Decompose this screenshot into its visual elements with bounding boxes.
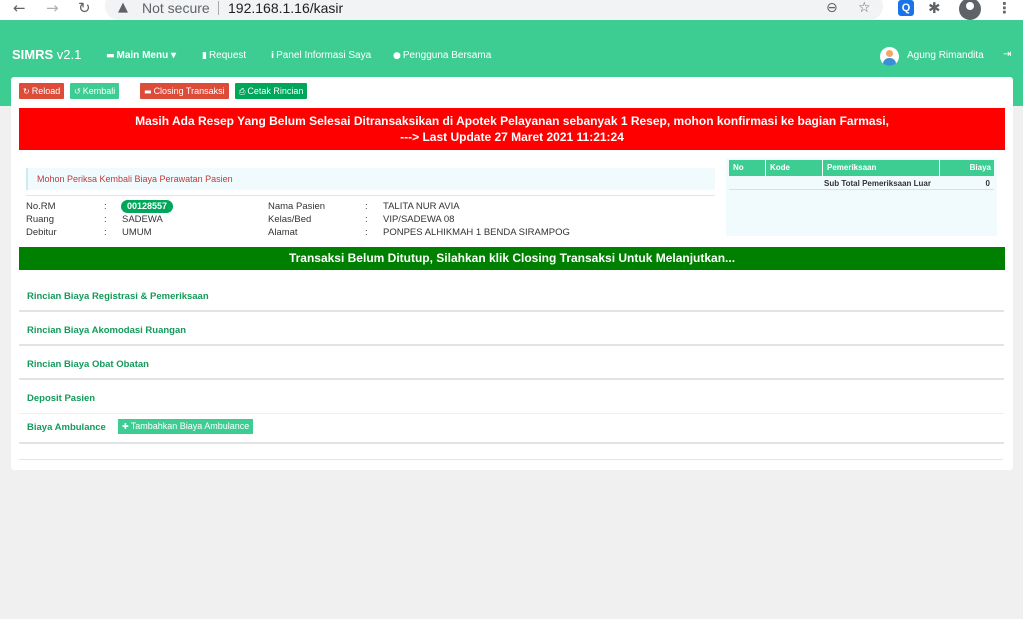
nama-pasien-value: TALITA NUR AVIA (383, 201, 460, 212)
refresh-icon: ↻ (23, 87, 30, 96)
col-biaya: Biaya (969, 163, 991, 172)
reload-button[interactable]: ↻ Reload (19, 83, 65, 99)
url-text[interactable]: 192.168.1.16/kasir (228, 0, 343, 16)
info-icon: i (271, 51, 275, 61)
chevron-down-icon: ▾ (170, 50, 176, 61)
separator: : (104, 214, 107, 225)
section-title[interactable]: Rincian Biaya Obat Obatan (27, 359, 149, 370)
add-ambulance-button[interactable]: ✚ Tambahkan Biaya Ambulance (118, 419, 254, 434)
separator: : (104, 201, 107, 212)
closing-transaksi-button[interactable]: ▬ Closing Transaksi (140, 83, 229, 99)
debitur-value: UMUM (122, 227, 152, 238)
section-title[interactable]: Rincian Biaya Registrasi & Pemeriksaan (27, 291, 209, 302)
folder-icon: ▬ (106, 51, 115, 61)
menu-main[interactable]: ▬ Main Menu ▾ (106, 50, 176, 61)
ruang-value: SADEWA (122, 214, 163, 225)
forward-icon[interactable]: → (46, 0, 59, 17)
separator: : (365, 201, 368, 212)
no-rm-badge: 00128557 (121, 200, 174, 213)
table-header: No Kode Pemeriksaan Biaya (729, 160, 994, 176)
print-icon: ⎙ (239, 87, 246, 96)
divider (26, 195, 715, 196)
app-brand[interactable]: SIMRS v2.1 (12, 47, 81, 62)
alamat-value: PONPES ALHIKMAH 1 BENDA SIRAMPOG (383, 227, 570, 238)
kelas-bed-value: VIP/SADEWA 08 (383, 214, 455, 225)
file-icon: ▮ (202, 51, 207, 61)
avatar[interactable] (880, 47, 899, 66)
alert-line-2: ---> Last Update 27 Maret 2021 11:21:24 (400, 130, 624, 144)
menu-dots-icon[interactable]: ⋮ (997, 0, 1012, 17)
address-bar[interactable] (105, 0, 883, 20)
puzzle-icon[interactable]: ✱ (928, 0, 941, 17)
nama-pasien-label: Nama Pasien (268, 201, 326, 212)
menu-request[interactable]: ▮ Request (202, 50, 246, 61)
kembali-button[interactable]: ↺ Kembali (70, 83, 120, 99)
col-pemeriksaan: Pemeriksaan (823, 160, 940, 176)
separator: : (365, 227, 368, 238)
transaction-open-alert: Transaksi Belum Ditutup, Silahkan klik C… (19, 247, 1005, 270)
separator: : (365, 214, 368, 225)
warning-icon[interactable]: ▲ (118, 0, 128, 15)
reload-label: Reload (31, 86, 61, 96)
subtotal-label: Sub Total Pemeriksaan Luar (824, 179, 931, 188)
menu-panel-informasi[interactable]: i Panel Informasi Saya (271, 50, 371, 61)
menu-pengguna-label: Pengguna Bersama (402, 50, 492, 61)
add-ambulance-label: Tambahkan Biaya Ambulance (130, 421, 250, 431)
users-icon: ● (393, 51, 401, 61)
section-title: Biaya Ambulance (27, 422, 106, 433)
cetak-rincian-button[interactable]: ⎙ Cetak Rincian (235, 83, 308, 99)
reload-icon[interactable]: ↻ (78, 0, 91, 17)
kembali-label: Kembali (82, 86, 116, 96)
browser-toolbar: ← → ↻ ▲ Not secure 192.168.1.16/kasir ⊖ … (0, 0, 1023, 20)
no-rm-label: No.RM (26, 201, 56, 212)
profile-icon[interactable] (959, 0, 981, 20)
separator: : (104, 227, 107, 238)
subtotal-value: 0 (985, 179, 990, 188)
section-title[interactable]: Rincian Biaya Akomodasi Ruangan (27, 325, 186, 336)
pemeriksaan-luar-table: No Kode Pemeriksaan Biaya Sub Total Peme… (726, 158, 997, 236)
user-name[interactable]: Agung Rimandita (907, 50, 984, 61)
divider (19, 459, 1003, 460)
url-divider (218, 1, 219, 15)
menu-request-label: Request (208, 50, 247, 61)
section-obat[interactable]: Rincian Biaya Obat Obatan (19, 347, 1004, 380)
extension-search-icon[interactable]: Q (898, 0, 914, 16)
section-title[interactable]: Deposit Pasien (27, 393, 95, 404)
security-status[interactable]: Not secure (142, 0, 210, 16)
debitur-label: Debitur (26, 227, 57, 238)
section-akomodasi[interactable]: Rincian Biaya Akomodasi Ruangan (19, 313, 1004, 346)
menu-main-label: Main Menu (116, 50, 169, 61)
plus-icon: ✚ (122, 422, 129, 431)
subtotal-row: Sub Total Pemeriksaan Luar 0 (729, 177, 994, 190)
pending-prescription-alert: Masih Ada Resep Yang Belum Selesai Ditra… (19, 108, 1005, 150)
cetak-label: Cetak Rincian (247, 86, 304, 96)
folder-open-icon: ▬ (144, 87, 152, 96)
star-icon[interactable]: ☆ (858, 0, 871, 16)
alamat-label: Alamat (268, 227, 298, 238)
brand-version: v2.1 (56, 47, 82, 62)
back-icon[interactable]: ← (13, 0, 26, 17)
col-kode: Kode (766, 160, 823, 176)
menu-panel-label: Panel Informasi Saya (276, 50, 372, 61)
undo-icon: ↺ (74, 87, 81, 96)
menu-pengguna-bersama[interactable]: ● Pengguna Bersama (393, 50, 491, 61)
zoom-icon[interactable]: ⊖ (826, 0, 838, 16)
alert-line-1: Masih Ada Resep Yang Belum Selesai Ditra… (135, 114, 889, 128)
col-no: No (729, 160, 766, 176)
brand-name: SIMRS (12, 47, 54, 62)
kelas-bed-label: Kelas/Bed (268, 214, 312, 225)
section-registrasi[interactable]: Rincian Biaya Registrasi & Pemeriksaan (19, 279, 1004, 312)
closing-label: Closing Transaksi (153, 86, 225, 96)
review-notice: Mohon Periksa Kembali Biaya Perawatan Pa… (26, 168, 715, 190)
ruang-label: Ruang (26, 214, 54, 225)
section-deposit[interactable]: Deposit Pasien (19, 381, 1004, 414)
logout-icon[interactable]: ⇥ (1003, 49, 1011, 60)
